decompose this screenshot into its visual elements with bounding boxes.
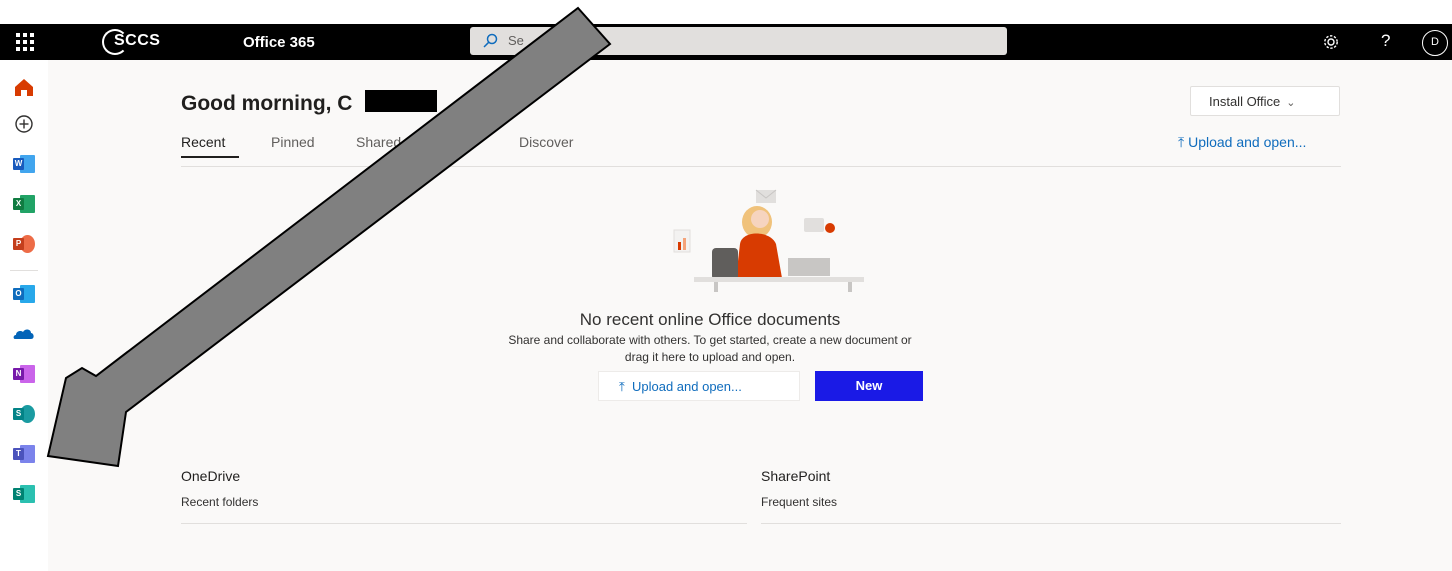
tab-active-underline bbox=[181, 156, 239, 158]
onedrive-icon[interactable] bbox=[11, 322, 37, 346]
powerpoint-icon[interactable]: P bbox=[11, 232, 37, 256]
waffle-icon[interactable] bbox=[16, 33, 34, 51]
sharepoint-icon[interactable]: S bbox=[11, 402, 37, 426]
search-icon bbox=[483, 33, 498, 48]
search-box[interactable]: Se bbox=[470, 27, 1007, 55]
home-icon[interactable] bbox=[11, 75, 37, 99]
onedrive-section-title[interactable]: OneDrive bbox=[181, 468, 240, 484]
tab-recent[interactable]: Recent bbox=[181, 134, 225, 150]
empty-state-illustration bbox=[673, 189, 864, 292]
app-rail: W X P O N S T S bbox=[0, 60, 48, 571]
sharepoint-section-title[interactable]: SharePoint bbox=[761, 468, 830, 484]
sway-icon[interactable]: S bbox=[11, 482, 37, 506]
search-placeholder: Se bbox=[508, 33, 524, 48]
tab-divider bbox=[181, 166, 1341, 167]
word-icon[interactable]: W bbox=[11, 152, 37, 176]
outlook-icon[interactable]: O bbox=[11, 282, 37, 306]
main-content: Good morning, C Install Office ⌄ Recent P… bbox=[48, 60, 1452, 571]
empty-state-line-1: Share and collaborate with others. To ge… bbox=[508, 333, 912, 347]
onenote-icon[interactable]: N bbox=[11, 362, 37, 386]
upload-and-open-link[interactable]: ⤒ Upload and open... bbox=[1178, 134, 1306, 151]
install-office-button[interactable]: Install Office ⌄ bbox=[1190, 86, 1340, 116]
help-icon[interactable]: ? bbox=[1381, 31, 1390, 51]
upload-link-label: Upload and open... bbox=[1188, 134, 1307, 150]
empty-state-line-2: drag it here to upload and open. bbox=[624, 350, 796, 364]
create-icon[interactable] bbox=[11, 112, 37, 136]
upload-icon: ⤒ bbox=[619, 379, 625, 394]
empty-state-title: No recent online Office documents bbox=[579, 310, 841, 329]
avatar[interactable]: D bbox=[1422, 30, 1448, 56]
new-document-button[interactable]: New bbox=[815, 371, 923, 401]
onedrive-section-subtitle: Recent folders bbox=[181, 495, 259, 509]
greeting: Good morning, C bbox=[181, 92, 353, 115]
gear-icon[interactable] bbox=[1322, 33, 1340, 51]
tab-shared[interactable]: Shared bbox=[356, 134, 401, 150]
upload-icon: ⤒ bbox=[1178, 134, 1185, 150]
empty-state-description: Share and collaborate with others. To ge… bbox=[48, 332, 1372, 366]
top-bar: SCCS Office 365 Se ? D bbox=[0, 24, 1452, 60]
rail-divider bbox=[10, 270, 38, 271]
onedrive-divider bbox=[181, 523, 747, 524]
chevron-down-icon: ⌄ bbox=[1286, 97, 1296, 109]
excel-icon[interactable]: X bbox=[11, 192, 37, 216]
install-office-label: Install Office bbox=[1209, 94, 1281, 109]
redacted-name bbox=[365, 90, 437, 112]
teams-icon[interactable]: T bbox=[11, 442, 37, 466]
app-name[interactable]: Office 365 bbox=[243, 34, 315, 51]
logo-text: SCCS bbox=[114, 32, 161, 49]
sccs-logo[interactable]: SCCS bbox=[102, 29, 174, 55]
sharepoint-section-subtitle: Frequent sites bbox=[761, 495, 838, 509]
sharepoint-divider bbox=[761, 523, 1341, 524]
tab-discover[interactable]: Discover bbox=[519, 134, 573, 150]
upload-button-label: Upload and open... bbox=[631, 379, 742, 394]
tab-pinned[interactable]: Pinned bbox=[271, 134, 315, 150]
upload-and-open-button[interactable]: ⤒ Upload and open... bbox=[598, 371, 800, 401]
